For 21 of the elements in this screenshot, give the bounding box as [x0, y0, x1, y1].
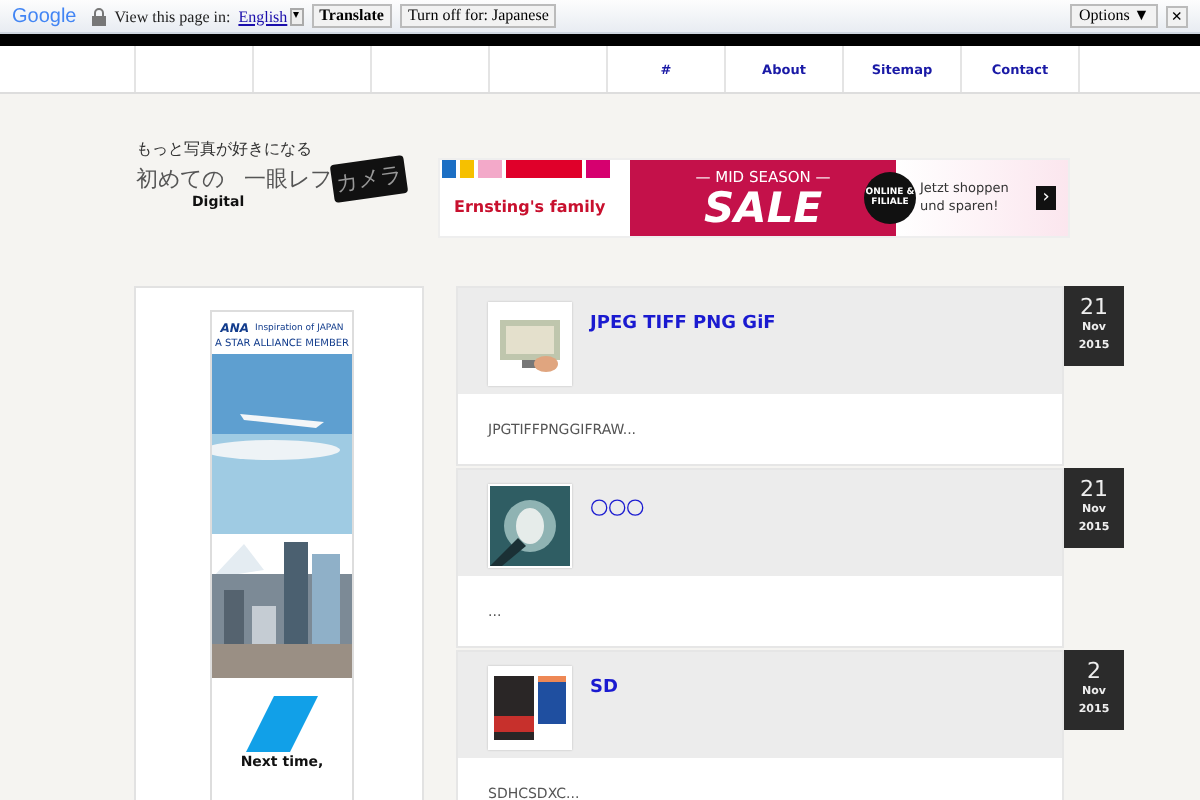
post-title[interactable]: 〇〇〇 — [590, 496, 644, 522]
translate-button[interactable]: Translate — [311, 4, 392, 28]
logo-text: 初めての — [136, 164, 224, 194]
camera-logo: カメラ — [329, 155, 409, 203]
logo-tagline: もっと写真が好きになる — [136, 138, 314, 160]
options-button[interactable]: Options ▼ — [1070, 4, 1158, 28]
brand-name: Ernsting's family — [454, 198, 608, 216]
date-day: 2 — [1087, 660, 1101, 684]
date-day: 21 — [1080, 296, 1108, 320]
close-button[interactable]: × — [1165, 5, 1188, 27]
prompt-text: View this page in: — [114, 7, 231, 25]
date-day: 21 — [1080, 478, 1108, 502]
ad-sale-text: SALE — [703, 185, 823, 229]
lock-icon — [92, 7, 107, 25]
google-logo: Google — [12, 5, 77, 27]
post-title[interactable]: JPEG TIFF PNG GiF — [590, 314, 776, 334]
logo-text: 一眼レフ — [244, 164, 332, 194]
language-link[interactable]: English — [238, 7, 288, 25]
post-title[interactable]: SD — [590, 678, 618, 698]
turn-off-button[interactable]: Turn off for: Japanese — [399, 4, 557, 28]
stripe-logo-icon — [246, 696, 318, 752]
